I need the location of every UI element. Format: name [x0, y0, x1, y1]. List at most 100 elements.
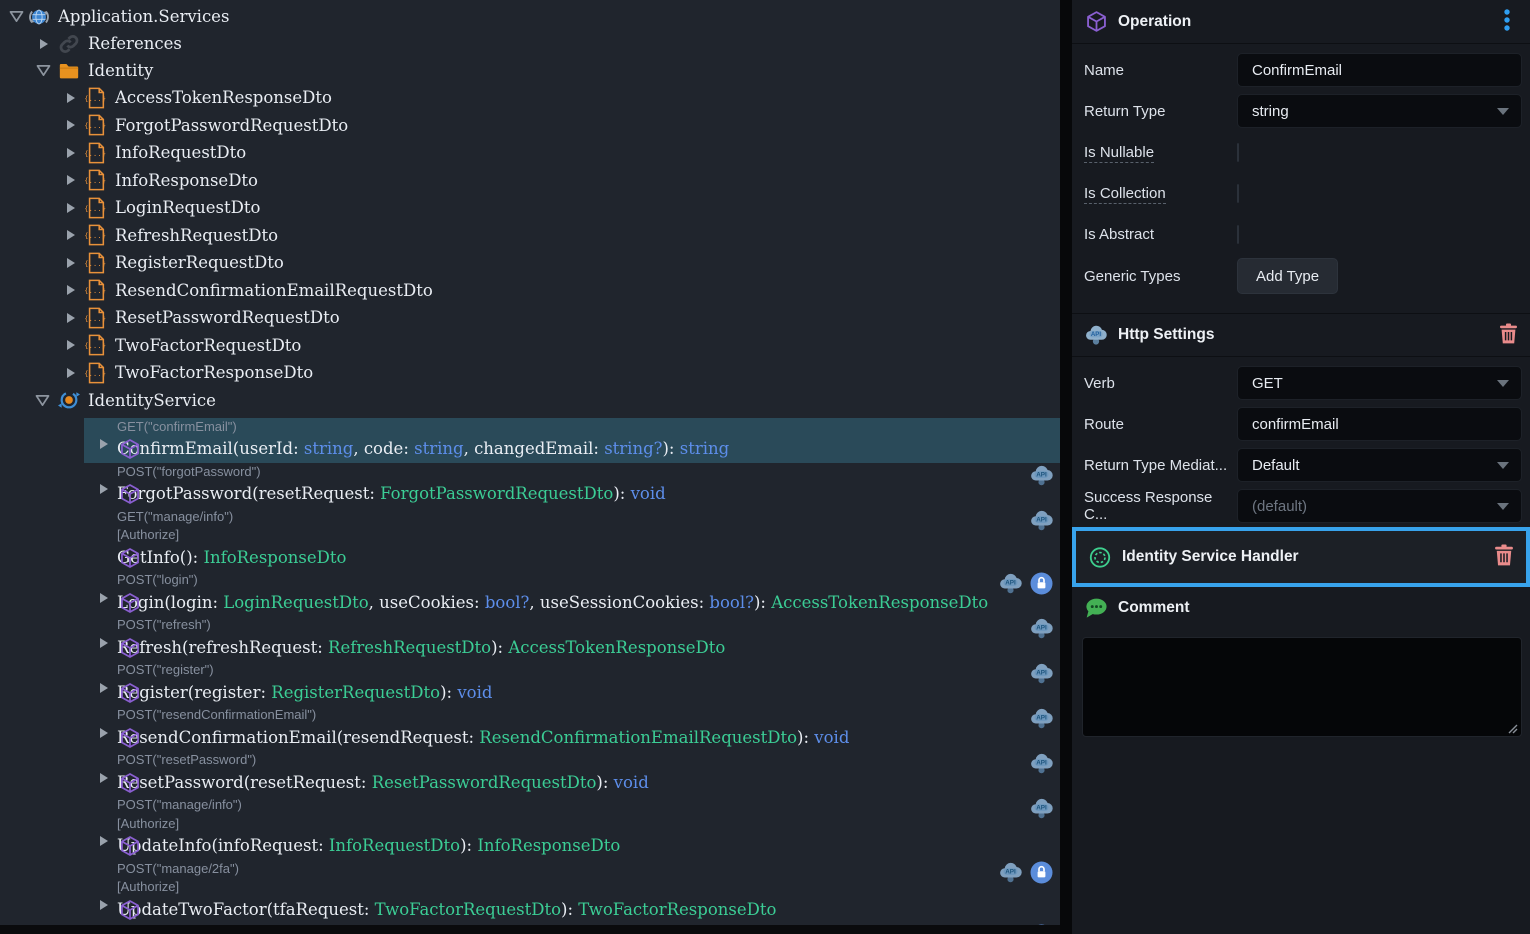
operation-signature: Refresh(refreshRequest: RefreshRequestDt… — [117, 635, 1060, 662]
tree-item-dto[interactable]: {...}RegisterRequestDto — [0, 249, 1060, 277]
operation-expander[interactable] — [96, 725, 112, 741]
generic-types-row: Generic Types Add Type — [1084, 258, 1522, 294]
tree-item-references-expander[interactable] — [36, 36, 52, 52]
is-abstract-checkbox[interactable] — [1237, 225, 1239, 244]
tree-item-operation[interactable]: POST("refresh")Refresh(refreshRequest: R… — [84, 616, 1060, 661]
success-response-select[interactable]: (default) — [1237, 489, 1522, 523]
svg-text:{...}: {...} — [85, 121, 106, 130]
signature-segment: UpdateTwoFactor(tfaRequest: — [117, 900, 375, 919]
return-type-select[interactable]: string — [1237, 94, 1522, 128]
operation-signature: ConfirmEmail(userId: string, code: strin… — [117, 436, 1060, 463]
tree-item-dto-expander[interactable] — [63, 310, 79, 326]
operation-annotation: POST("register") — [117, 661, 1060, 680]
tree-item-operation[interactable]: POST("forgotPassword")ForgotPassword(res… — [84, 463, 1060, 508]
is-nullable-checkbox[interactable] — [1237, 143, 1239, 162]
verb-select[interactable]: GET — [1237, 366, 1522, 400]
return-type-mediation-row: Return Type Mediat... Default — [1084, 448, 1522, 482]
tree: Application.ServicesReferencesIdentity{.… — [0, 0, 1060, 923]
tree-item-dto[interactable]: {...}RefreshRequestDto — [0, 222, 1060, 250]
tree-item-dto-expander[interactable] — [63, 117, 79, 133]
add-type-button[interactable]: Add Type — [1237, 258, 1338, 294]
http-settings-section-title: Http Settings — [1118, 326, 1214, 344]
pane-divider[interactable] — [1060, 0, 1072, 934]
tree-item-operation[interactable]: GET("confirmEmail")ConfirmEmail(userId: … — [84, 418, 1060, 463]
operation-expander[interactable] — [96, 481, 112, 497]
tree-item-operation[interactable]: POST("manage/info")[Authorize]UpdateInfo… — [84, 796, 1060, 860]
tree-item-operation[interactable]: POST("resendConfirmationEmail")ResendCon… — [84, 706, 1060, 751]
operation-expander[interactable] — [96, 590, 112, 606]
name-input[interactable] — [1237, 53, 1522, 87]
tree-item-dto-label: TwoFactorRequestDto — [115, 336, 301, 355]
operation-expander[interactable] — [96, 635, 112, 651]
tree-item-operation[interactable]: POST("register")Register(register: Regis… — [84, 661, 1060, 706]
tree-item-dto-expander[interactable] — [63, 172, 79, 188]
tree-item-operation[interactable]: POST("login")Login(login: LoginRequestDt… — [84, 571, 1060, 616]
horizontal-scrollbar[interactable] — [0, 925, 1060, 934]
identity-service-handler-title: Identity Service Handler — [1122, 548, 1299, 566]
tree-item-identity-service-expander[interactable] — [34, 392, 50, 408]
tree-item-operation[interactable]: GET("manage/info")[Authorize]GetInfo(): … — [84, 508, 1060, 572]
tree-item-dto[interactable]: {...}TwoFactorResponseDto — [0, 359, 1060, 387]
tree-item-dto-expander[interactable] — [63, 145, 79, 161]
triangle-icon — [100, 773, 108, 783]
return-type-mediation-select[interactable]: Default — [1237, 448, 1522, 482]
triangle-icon — [67, 148, 75, 158]
tree-item-dto[interactable]: {...}ResendConfirmationEmailRequestDto — [0, 277, 1060, 305]
tree-item-dto[interactable]: {...}InfoResponseDto — [0, 167, 1060, 195]
tree-item-dto-expander[interactable] — [63, 200, 79, 216]
tree-item-identity-service-label: IdentityService — [88, 391, 216, 410]
tree-item-identity-folder[interactable]: Identity — [0, 57, 1060, 84]
operation-expander[interactable] — [96, 897, 112, 913]
route-input[interactable] — [1237, 407, 1522, 441]
operation-expander[interactable] — [96, 680, 112, 696]
tree-item-identity-folder-expander[interactable] — [35, 63, 51, 79]
tree-item-identity-service[interactable]: IdentityService — [0, 387, 1060, 414]
tree-item-dto[interactable]: {...}ForgotPasswordRequestDto — [0, 112, 1060, 140]
is-nullable-label: Is Nullable — [1084, 144, 1237, 161]
folder-icon — [58, 60, 80, 82]
signature-segment: LoginRequestDto — [223, 593, 368, 612]
tree-item-dto[interactable]: {...}ResetPasswordRequestDto — [0, 304, 1060, 332]
signature-segment: InfoResponseDto — [477, 836, 620, 855]
identity-service-handler-section[interactable]: Identity Service Handler — [1072, 527, 1530, 587]
tree-item-operation[interactable]: POST("resetPassword")ResetPassword(reset… — [84, 751, 1060, 796]
operation-expander[interactable] — [96, 770, 112, 786]
svg-text:{...}: {...} — [85, 94, 106, 103]
tree-item-root[interactable]: Application.Services — [0, 3, 1060, 30]
http-settings-delete-icon[interactable] — [1499, 323, 1518, 348]
tree-item-root-expander[interactable] — [8, 9, 24, 25]
is-collection-checkbox[interactable] — [1237, 184, 1239, 203]
signature-segment: void — [631, 484, 666, 503]
signature-segment: void — [457, 683, 492, 702]
return-type-field-row: Return Type string — [1084, 94, 1522, 128]
comment-textarea[interactable] — [1082, 637, 1522, 737]
operation-cube-icon — [119, 592, 141, 614]
operation-annotation: POST("manage/info") — [117, 796, 1060, 815]
tree-item-dto[interactable]: {...}TwoFactorRequestDto — [0, 332, 1060, 360]
tree-item-references[interactable]: References — [0, 30, 1060, 57]
operation-cube-icon — [119, 899, 141, 921]
kebab-menu-icon[interactable] — [1496, 7, 1518, 37]
operation-cube-icon — [119, 483, 141, 505]
tree-item-dto[interactable]: {...}InfoRequestDto — [0, 139, 1060, 167]
dto-document-icon: {...} — [85, 362, 107, 384]
operation-expander[interactable] — [96, 436, 112, 452]
tree-item-dto[interactable]: {...}LoginRequestDto — [0, 194, 1060, 222]
comment-field-wrap — [1082, 637, 1522, 741]
identity-service-handler-delete-icon[interactable] — [1494, 544, 1514, 570]
operation-expander[interactable] — [96, 833, 112, 849]
return-type-label: Return Type — [1084, 103, 1237, 120]
tree-item-dto[interactable]: {...}AccessTokenResponseDto — [0, 84, 1060, 112]
triangle-icon — [100, 836, 108, 846]
tree-item-dto-expander[interactable] — [63, 365, 79, 381]
tree-item-dto-expander[interactable] — [63, 255, 79, 271]
tree-item-dto-expander[interactable] — [63, 227, 79, 243]
operation-section-title: Operation — [1118, 13, 1191, 31]
operation-cube-icon — [119, 682, 141, 704]
svg-text:{...}: {...} — [85, 369, 106, 378]
tree-item-dto-expander[interactable] — [63, 337, 79, 353]
tree-item-operation[interactable]: POST("manage/2fa")[Authorize]UpdateTwoFa… — [84, 860, 1060, 924]
tree-item-dto-expander[interactable] — [63, 282, 79, 298]
signature-segment: AccessTokenResponseDto — [508, 638, 725, 657]
tree-item-dto-expander[interactable] — [63, 90, 79, 106]
